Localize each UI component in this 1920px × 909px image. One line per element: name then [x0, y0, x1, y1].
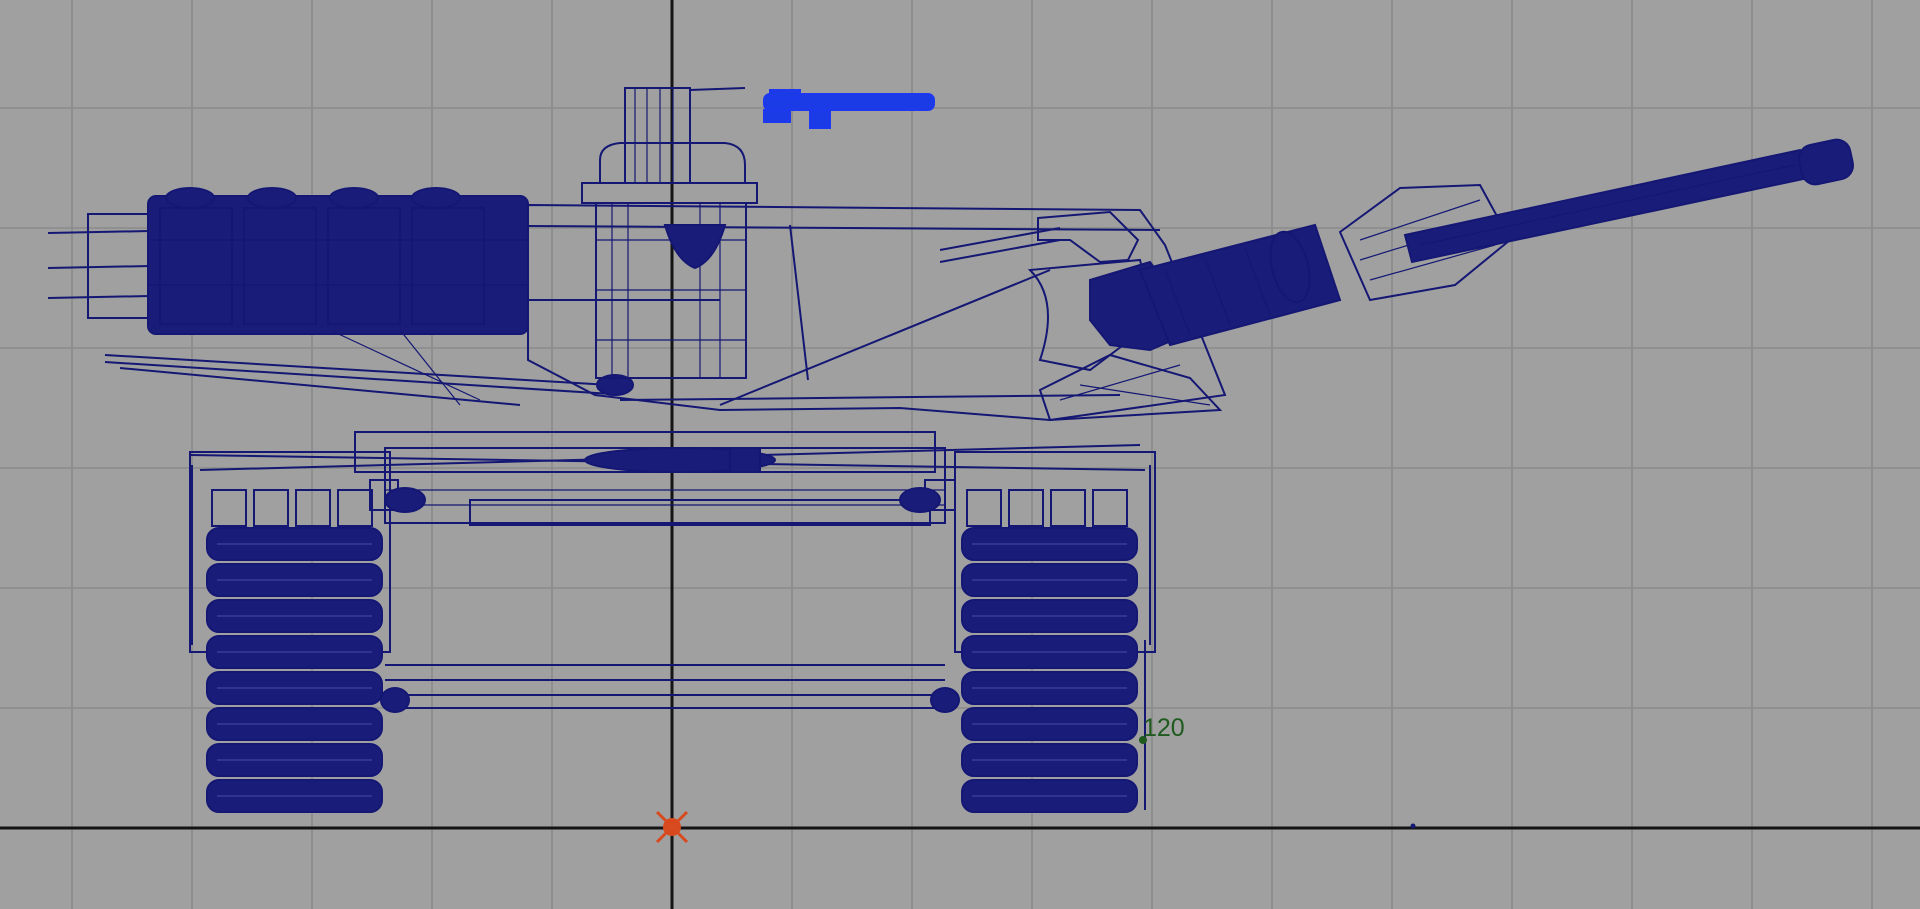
track-link — [337, 489, 373, 527]
modeling-viewport[interactable]: 120 — [0, 0, 1920, 909]
track-link — [211, 489, 247, 527]
tank-wireframe-model[interactable] — [47, 87, 1856, 829]
track-link — [1092, 489, 1128, 527]
track-link — [295, 489, 331, 527]
track-link — [253, 489, 289, 527]
selected-periscope[interactable] — [763, 89, 935, 129]
track-link — [966, 489, 1002, 527]
measurement-label: 120 — [1143, 714, 1185, 742]
main-gun-barrel[interactable] — [1138, 137, 1856, 347]
track-link — [1008, 489, 1044, 527]
vertex-marker — [1410, 823, 1416, 829]
track-link — [1050, 489, 1086, 527]
rear-rods — [47, 213, 151, 319]
viewport-canvas[interactable] — [0, 0, 1920, 909]
right-track[interactable] — [899, 451, 1156, 813]
left-track[interactable] — [189, 451, 426, 813]
commander-cupola[interactable] — [581, 87, 758, 379]
rear-storage-boxes[interactable] — [147, 187, 529, 335]
